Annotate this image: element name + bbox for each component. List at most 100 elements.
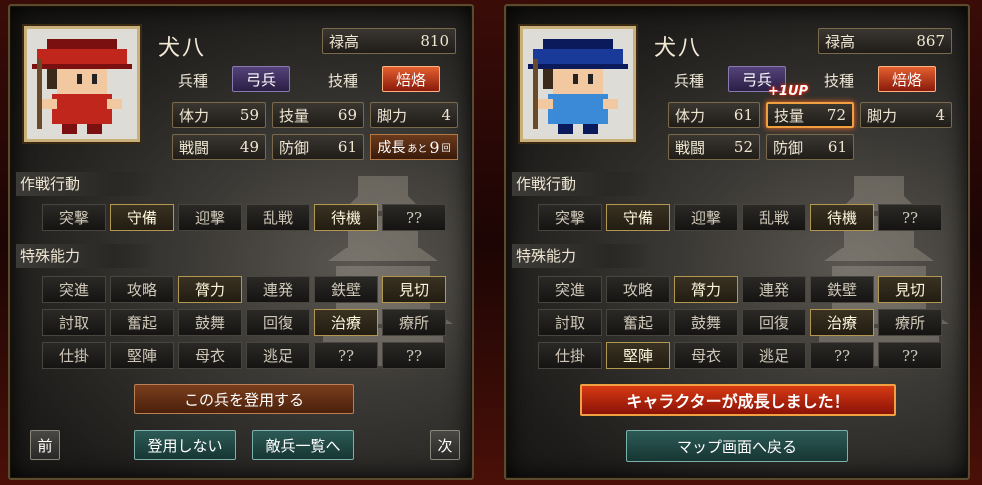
- tactic-tile[interactable]: ??: [382, 204, 446, 231]
- return-to-map-button[interactable]: マップ画面へ戻る: [626, 430, 848, 462]
- stat-def: 防御 61: [272, 134, 364, 160]
- tactic-tile[interactable]: 突撃: [42, 204, 106, 231]
- growth-value: 9: [429, 137, 440, 157]
- stat-def-label: 防御: [279, 138, 310, 157]
- ability-tile[interactable]: ??: [314, 342, 378, 369]
- skill-type-label: 技種: [328, 72, 359, 90]
- character-name: 犬八: [158, 36, 207, 61]
- ability-tile[interactable]: 逃足: [742, 342, 806, 369]
- stat-hp-value: 61: [733, 106, 753, 124]
- tactic-tile[interactable]: 乱戦: [742, 204, 806, 231]
- tactic-tile[interactable]: 乱戦: [246, 204, 310, 231]
- abilities-section-title: 特殊能力: [512, 244, 652, 268]
- stat-speed-value: 4: [935, 106, 945, 124]
- tactic-tile[interactable]: 迎撃: [178, 204, 242, 231]
- tactics-section-title: 作戦行動: [512, 172, 652, 196]
- stat-speed-label: 脚力: [867, 106, 898, 125]
- ability-tile[interactable]: 連発: [246, 276, 310, 303]
- ability-tile[interactable]: 回復: [246, 309, 310, 336]
- ability-tile[interactable]: 突進: [538, 276, 602, 303]
- tactic-tile[interactable]: 守備: [606, 204, 670, 231]
- ability-tile[interactable]: 堅陣: [606, 342, 670, 369]
- tactic-tile[interactable]: 迎撃: [674, 204, 738, 231]
- decline-button[interactable]: 登用しない: [134, 430, 236, 460]
- ability-tile[interactable]: 鼓舞: [178, 309, 242, 336]
- ability-tile[interactable]: 攻略: [606, 276, 670, 303]
- stipend-box: 禄高 810: [322, 28, 456, 54]
- growth-small: あと: [407, 143, 428, 155]
- growth-banner: キャラクターが成長しました！: [580, 384, 896, 416]
- ability-tile[interactable]: ??: [810, 342, 874, 369]
- ability-tile[interactable]: 母衣: [674, 342, 738, 369]
- ability-tile[interactable]: 連発: [742, 276, 806, 303]
- level-up-badge: +1UP: [768, 84, 809, 99]
- ability-tile[interactable]: 討取: [538, 309, 602, 336]
- ability-tile[interactable]: ??: [878, 342, 942, 369]
- stat-def-value: 61: [337, 138, 357, 156]
- stat-atk-label: 戦闘: [179, 138, 210, 157]
- ability-tile[interactable]: 仕掛: [538, 342, 602, 369]
- ability-tile[interactable]: 見切: [382, 276, 446, 303]
- stat-speed-label: 脚力: [377, 106, 408, 125]
- stipend-label: 禄高: [329, 32, 360, 51]
- stat-skill-label: 技量: [279, 106, 310, 125]
- ability-tile[interactable]: 攻略: [110, 276, 174, 303]
- stat-skill: 技量 72: [766, 102, 854, 128]
- prev-button[interactable]: 前: [30, 430, 60, 460]
- stat-atk: 戦闘 49: [172, 134, 266, 160]
- ability-tile[interactable]: 堅陣: [110, 342, 174, 369]
- ability-tile[interactable]: 治療: [314, 309, 378, 336]
- skill-type-badge: 焙烙: [382, 66, 440, 92]
- ability-tile[interactable]: 仕掛: [42, 342, 106, 369]
- stat-skill: 技量 69: [272, 102, 364, 128]
- ability-tile[interactable]: 療所: [382, 309, 446, 336]
- stat-atk-label: 戦闘: [675, 138, 706, 157]
- ability-tile[interactable]: 奮起: [606, 309, 670, 336]
- stipend-value: 810: [420, 32, 449, 50]
- character-panel-left: 犬八 禄高 810 兵種 弓兵 技種 焙烙 体力 59 技量 69 脚力 4 戦闘 49…: [8, 4, 474, 480]
- ability-tile[interactable]: 療所: [878, 309, 942, 336]
- stat-def: 防御 61: [766, 134, 854, 160]
- stat-skill-value: 72: [826, 106, 846, 124]
- stat-speed: 脚力 4: [860, 102, 952, 128]
- ability-tile[interactable]: 逃足: [246, 342, 310, 369]
- skill-type-badge: 焙烙: [878, 66, 936, 92]
- stat-speed-value: 4: [441, 106, 451, 124]
- abilities-section-title: 特殊能力: [16, 244, 156, 268]
- character-name: 犬八: [654, 36, 703, 61]
- ability-tile[interactable]: ??: [382, 342, 446, 369]
- stat-speed: 脚力 4: [370, 102, 458, 128]
- stat-hp-label: 体力: [675, 106, 706, 125]
- ability-tile[interactable]: 討取: [42, 309, 106, 336]
- tactics-section-title: 作戦行動: [16, 172, 156, 196]
- stat-skill-value: 69: [337, 106, 357, 124]
- next-button[interactable]: 次: [430, 430, 460, 460]
- skill-type-label: 技種: [824, 72, 855, 90]
- stat-def-value: 61: [827, 138, 847, 156]
- ability-tile[interactable]: 鉄壁: [314, 276, 378, 303]
- ability-tile[interactable]: 膂力: [674, 276, 738, 303]
- ability-tile[interactable]: 回復: [742, 309, 806, 336]
- tactic-tile[interactable]: 守備: [110, 204, 174, 231]
- ability-tile[interactable]: 治療: [810, 309, 874, 336]
- recruit-button[interactable]: この兵を登用する: [134, 384, 354, 414]
- stat-hp-label: 体力: [179, 106, 210, 125]
- stat-atk-value: 52: [733, 138, 753, 156]
- ability-tile[interactable]: 奮起: [110, 309, 174, 336]
- stat-hp-value: 59: [239, 106, 259, 124]
- growth-prefix: 成長: [377, 140, 406, 156]
- growth-remaining-badge: 成長 あと 9 回: [370, 134, 458, 160]
- ability-tile[interactable]: 母衣: [178, 342, 242, 369]
- ability-tile[interactable]: 鼓舞: [674, 309, 738, 336]
- tactic-tile[interactable]: ??: [878, 204, 942, 231]
- ability-tile[interactable]: 突進: [42, 276, 106, 303]
- stat-hp: 体力 61: [668, 102, 760, 128]
- ability-tile[interactable]: 膂力: [178, 276, 242, 303]
- tactic-tile[interactable]: 突撃: [538, 204, 602, 231]
- enemy-list-button[interactable]: 敵兵一覧へ: [252, 430, 354, 460]
- stipend-value: 867: [916, 32, 945, 50]
- tactic-tile[interactable]: 待機: [314, 204, 378, 231]
- ability-tile[interactable]: 見切: [878, 276, 942, 303]
- tactic-tile[interactable]: 待機: [810, 204, 874, 231]
- ability-tile[interactable]: 鉄壁: [810, 276, 874, 303]
